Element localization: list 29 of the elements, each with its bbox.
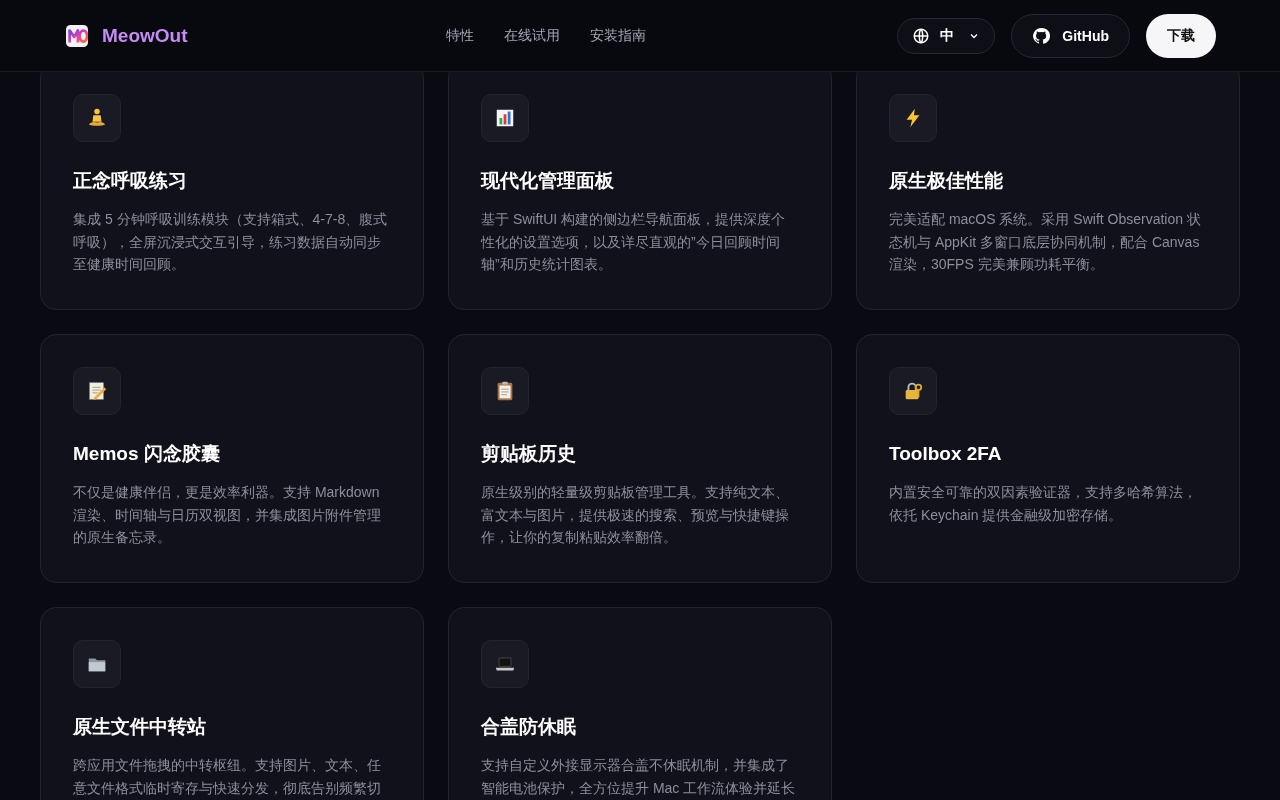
github-button[interactable]: GitHub [1011,13,1130,58]
nav-link[interactable]: 在线试用 [504,26,560,45]
feature-title: Memos 闪念胶囊 [73,442,221,466]
language-selector[interactable]: 中 [897,17,996,54]
feature-title: 原生文件中转站 [73,715,207,739]
logo-icon [66,24,88,47]
feature-title: 现代化管理面板 [481,169,615,193]
feature-description: 原生级别的轻量级剪贴板管理工具。支持纯文本、富文本与图片，提供极速的搜索、预览与快捷键操作，让你的复制粘贴效率翻倍。 [481,483,790,547]
nav-link[interactable]: 特性 [446,26,474,45]
nav-link[interactable]: 安装指南 [590,26,646,45]
feature-title: 剪贴板历史 [481,442,577,466]
globe-icon [912,26,931,45]
feature-title: 正念呼吸练习 [73,169,188,193]
feature-description: 跨应用文件拖拽的中转枢纽。支持图片、文本、任意文件格式临时寄存与快速分发，彻底告别频繁切 [73,756,382,798]
github-icon [1032,26,1051,45]
feature-description: 集成 5 分钟呼吸训练模块（支持箱式、4-7-8、腹式呼吸），全屏沉浸式交互引导，练习数据自动同步至健康时间回顾。 [73,210,389,274]
bar-chart-icon [494,107,516,129]
brand-name[interactable]: MeowOut [102,24,188,47]
feature-description: 支持自定义外接显示器合盖不休眠机制，并集成了智能电池保护，全方位提升 Mac 工作流体验并延长 [481,756,797,798]
notepad-pencil-icon [86,380,108,402]
feature-title: 原生极佳性能 [889,169,1004,193]
feature-description: 不仅是健康伴侣，更是效率利器。支持 Markdown 渲染、时间轴与日历双视图，并集成图片附件管理的原生备忘录。 [73,483,382,547]
feature-description: 基于 SwiftUI 构建的侧边栏导航面板，提供深度个性化的设置选项，以及详尽直观的”今日回顾时间轴”和历史统计图表。 [481,210,787,274]
feature-description: 完美适配 macOS 系统。采用 Swift Observation 状态机与 AppKit 多窗口底层协同机制，配合 Canvas 渲染，30FPS 完美兼顾功耗平衡。 [889,210,1202,274]
download-button[interactable]: 下载 [1146,13,1216,58]
feature-description: 内置安全可靠的双因素验证器，支持多哈希算法，依托 Keychain 提供金融级加密存储。 [889,483,1198,525]
meditating-figure-icon [86,107,108,129]
feature-title: Toolbox 2FA [889,442,1003,466]
feature-title: 合盖防休眠 [481,715,577,739]
